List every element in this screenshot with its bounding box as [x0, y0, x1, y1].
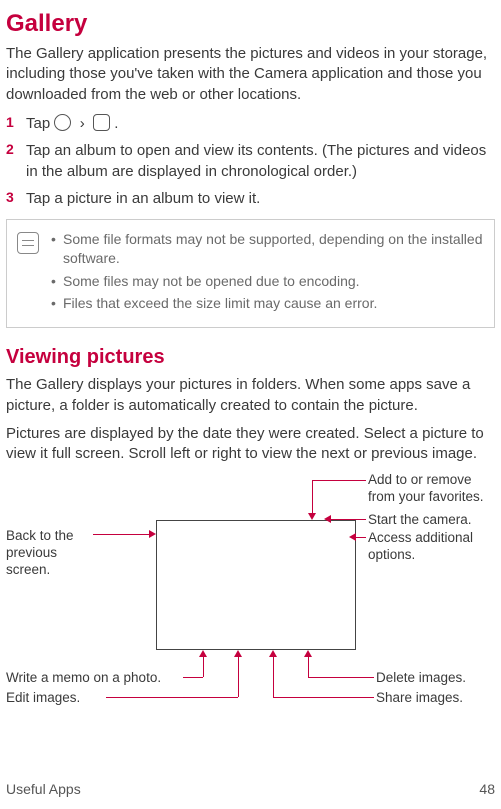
steps-list: 1 Tap › . 2 Tap an album to open and vie… — [6, 113, 495, 209]
note-list: Some file formats may not be supported, … — [51, 230, 484, 314]
section-title: Viewing pictures — [6, 346, 495, 369]
callout-options: Access additional options. — [368, 530, 498, 564]
step-text-fragment: . — [114, 115, 118, 132]
callout-delete: Delete images. — [376, 670, 496, 687]
callout-favorites: Add to or remove from your favorites. — [368, 472, 498, 506]
gallery-icon — [93, 114, 110, 131]
step-item: 2 Tap an album to open and view its cont… — [6, 140, 495, 182]
callout-edit: Edit images. — [6, 690, 104, 707]
step-number: 2 — [6, 140, 26, 182]
intro-paragraph: The Gallery application presents the pic… — [6, 44, 495, 105]
step-item: 1 Tap › . — [6, 113, 495, 134]
callout-camera: Start the camera. — [368, 512, 498, 529]
footer-section-name: Useful Apps — [6, 781, 81, 797]
step-item: 3 Tap a picture in an album to view it. — [6, 188, 495, 209]
step-text: Tap › . — [26, 113, 495, 134]
callout-diagram: Back to the previous screen. Add to or r… — [6, 472, 495, 732]
note-box: Some file formats may not be supported, … — [6, 219, 495, 329]
callout-memo: Write a memo on a photo. — [6, 670, 181, 687]
callout-share: Share images. — [376, 690, 496, 707]
page-footer: Useful Apps 48 — [6, 781, 495, 797]
step-number: 3 — [6, 188, 26, 209]
section-paragraph: The Gallery displays your pictures in fo… — [6, 375, 495, 416]
screen-outline — [156, 520, 356, 650]
note-item: Some file formats may not be supported, … — [51, 230, 484, 268]
callout-back: Back to the previous screen. — [6, 528, 91, 579]
apps-icon — [54, 114, 71, 131]
step-text: Tap an album to open and view its conten… — [26, 140, 495, 182]
note-icon — [17, 232, 39, 254]
step-text-fragment: Tap — [26, 115, 54, 132]
section-paragraph: Pictures are displayed by the date they … — [6, 424, 495, 465]
page-title: Gallery — [6, 10, 495, 38]
page-number: 48 — [479, 781, 495, 797]
step-text: Tap a picture in an album to view it. — [26, 188, 495, 209]
step-number: 1 — [6, 113, 26, 134]
note-item: Some files may not be opened due to enco… — [51, 272, 484, 291]
note-item: Files that exceed the size limit may cau… — [51, 294, 484, 313]
